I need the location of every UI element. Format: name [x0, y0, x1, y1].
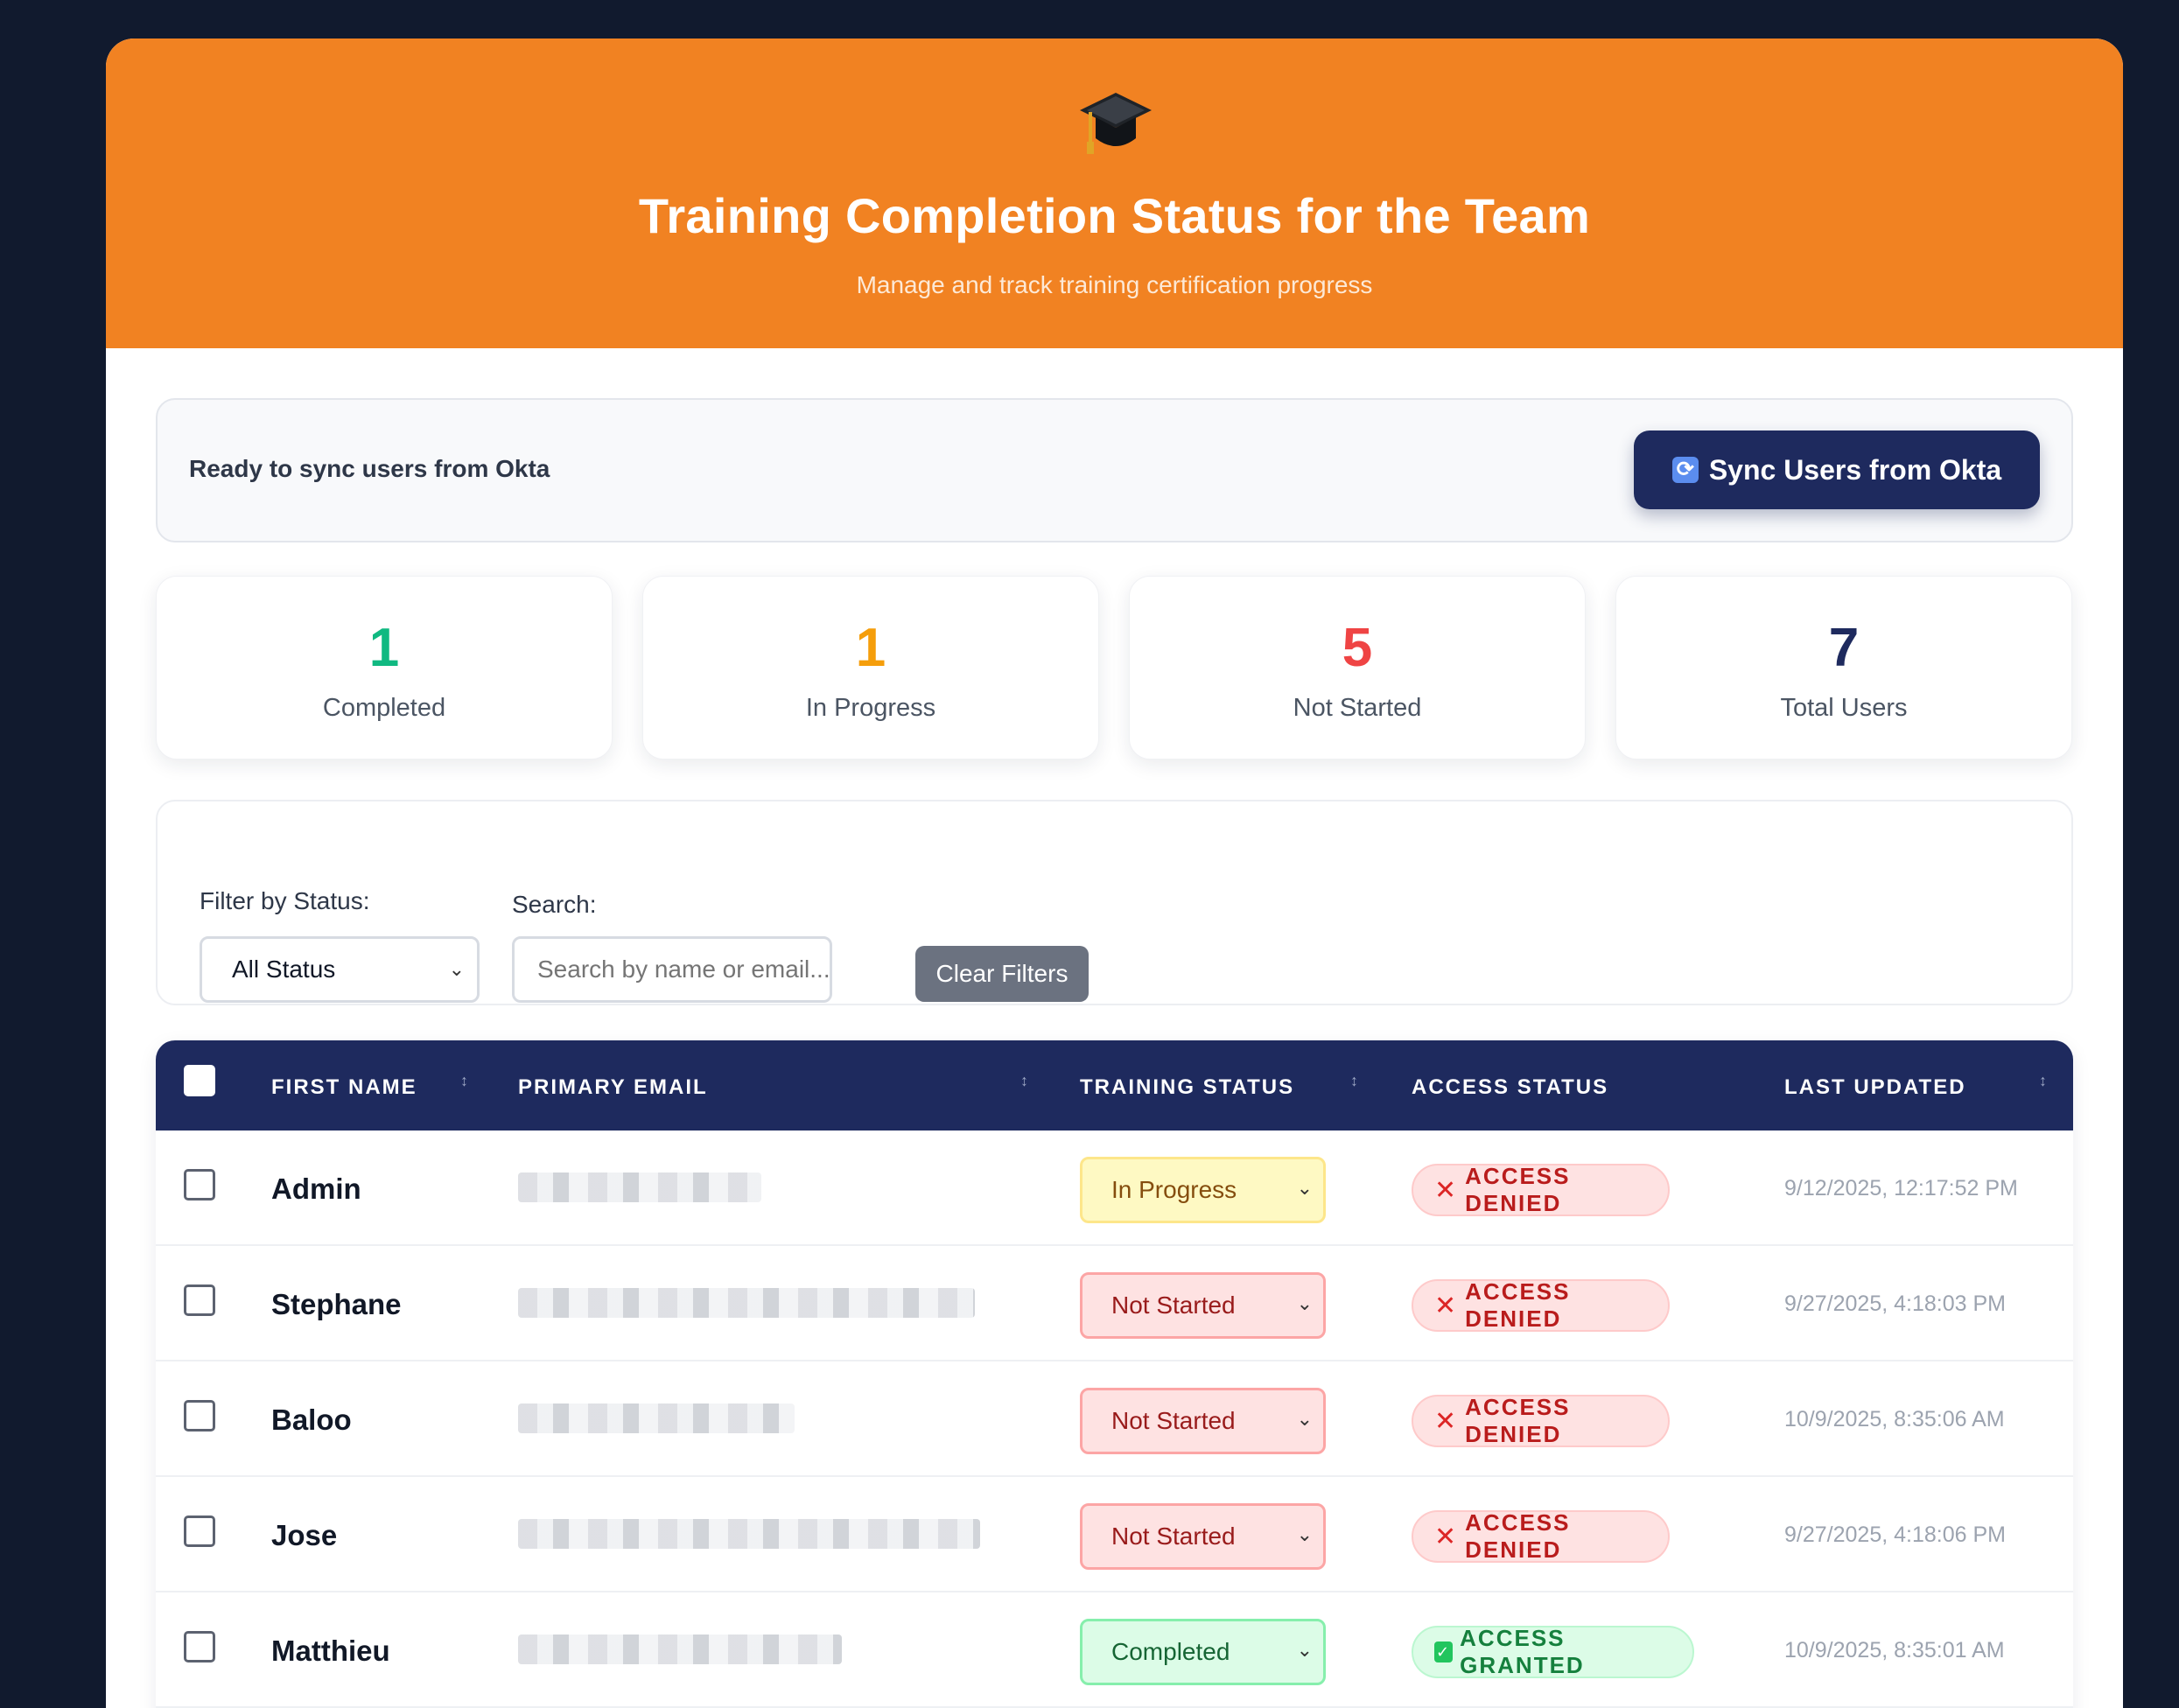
column-header-first-name[interactable]: FIRST NAME — [271, 1075, 417, 1100]
training-status-select[interactable]: Completed ⌄ — [1080, 1619, 1326, 1685]
stat-card-not-started: 5 Not Started — [1129, 576, 1586, 760]
chevron-down-icon: ⌄ — [1296, 1177, 1313, 1199]
status-filter-value: All Status — [232, 956, 336, 983]
row-checkbox[interactable] — [184, 1516, 215, 1547]
table-row: Admin In Progress ⌄ ✕ ACCESS DENIED 9/12… — [156, 1130, 2073, 1246]
access-status-badge: ✓ ACCESS GRANTED — [1412, 1625, 1694, 1678]
chevron-down-icon: ⌄ — [1296, 1523, 1313, 1545]
stat-value: 1 — [855, 618, 886, 678]
sync-icon: ⟳ — [1671, 457, 1699, 483]
x-mark-icon: ✕ — [1434, 1406, 1459, 1436]
check-mark-icon: ✓ — [1434, 1642, 1454, 1662]
sync-users-button[interactable]: ⟳ Sync Users from Okta — [1634, 430, 2040, 509]
main-card: Training Completion Status for the Team … — [106, 38, 2123, 1708]
stat-value: 1 — [368, 618, 400, 678]
stats-row: 1 Completed 1 In Progress 5 Not Started … — [156, 576, 2073, 760]
stat-card-in-progress: 1 In Progress — [642, 576, 1099, 760]
training-status-select[interactable]: Not Started ⌄ — [1080, 1388, 1326, 1454]
sort-icon[interactable]: ↕ — [1020, 1072, 1028, 1090]
last-updated-cell: 9/27/2025, 4:18:06 PM — [1784, 1522, 2006, 1547]
last-updated-cell: 9/12/2025, 12:17:52 PM — [1784, 1176, 2018, 1200]
email-redacted — [518, 1288, 975, 1318]
table-row: Jose Not Started ⌄ ✕ ACCESS DENIED 9/27/… — [156, 1477, 2073, 1592]
sort-icon[interactable]: ↕ — [1350, 1072, 1358, 1090]
x-mark-icon: ✕ — [1434, 1175, 1459, 1205]
stat-label: Total Users — [1780, 694, 1908, 722]
chevron-down-icon: ⌄ — [1296, 1639, 1313, 1661]
first-name-cell: Baloo — [271, 1404, 352, 1436]
first-name-cell: Matthieu — [271, 1634, 390, 1667]
access-status-badge: ✕ ACCESS DENIED — [1412, 1163, 1670, 1216]
access-status-label: ACCESS DENIED — [1465, 1509, 1571, 1563]
status-filter-select[interactable]: All Status ⌄ — [200, 936, 480, 1003]
table-row: Matthieu Completed ⌄ ✓ ACCESS GRANTED 10… — [156, 1592, 2073, 1708]
table-header: FIRST NAME ↕ PRIMARY EMAIL ↕ TRAINING ST… — [156, 1040, 2073, 1130]
column-header-last-updated[interactable]: LAST UPDATED — [1784, 1075, 1966, 1100]
sync-panel: Ready to sync users from Okta ⟳ Sync Use… — [156, 398, 2073, 542]
access-status-label: ACCESS GRANTED — [1460, 1625, 1585, 1678]
first-name-cell: Jose — [271, 1519, 338, 1551]
email-redacted — [518, 1172, 761, 1202]
table-row: Stephane Not Started ⌄ ✕ ACCESS DENIED 9… — [156, 1246, 2073, 1362]
last-updated-cell: 10/9/2025, 8:35:06 AM — [1784, 1407, 2005, 1432]
email-redacted — [518, 1519, 980, 1549]
row-checkbox[interactable] — [184, 1631, 215, 1662]
access-status-badge: ✕ ACCESS DENIED — [1412, 1394, 1670, 1447]
x-mark-icon: ✕ — [1434, 1291, 1459, 1320]
clear-filters-button[interactable]: Clear Filters — [915, 946, 1089, 1002]
column-header-access-status: ACCESS STATUS — [1412, 1075, 1609, 1099]
training-status-value: Completed — [1111, 1638, 1230, 1665]
stat-label: Not Started — [1293, 694, 1422, 722]
stat-card-total-users: 7 Total Users — [1615, 576, 2072, 760]
access-status-badge: ✕ ACCESS DENIED — [1412, 1509, 1670, 1563]
column-header-training-status[interactable]: TRAINING STATUS — [1080, 1075, 1294, 1100]
sort-icon[interactable]: ↕ — [460, 1072, 468, 1090]
status-filter-label: Filter by Status: — [200, 887, 370, 914]
last-updated-cell: 10/9/2025, 8:35:01 AM — [1784, 1638, 2005, 1662]
sort-icon[interactable]: ↕ — [2039, 1072, 2047, 1090]
stat-label: Completed — [322, 694, 446, 722]
training-status-value: In Progress — [1111, 1176, 1237, 1203]
training-status-value: Not Started — [1111, 1292, 1236, 1319]
training-status-value: Not Started — [1111, 1407, 1236, 1434]
x-mark-icon: ✕ — [1434, 1522, 1459, 1551]
email-redacted — [518, 1404, 795, 1433]
first-name-cell: Admin — [271, 1172, 361, 1205]
row-checkbox[interactable] — [184, 1400, 215, 1432]
column-header-primary-email[interactable]: PRIMARY EMAIL — [518, 1075, 708, 1100]
access-status-badge: ✕ ACCESS DENIED — [1412, 1278, 1670, 1332]
search-label: Search: — [512, 891, 597, 918]
page-title: Training Completion Status for the Team — [638, 188, 1591, 243]
header-banner: Training Completion Status for the Team … — [106, 38, 2123, 348]
row-checkbox[interactable] — [184, 1284, 215, 1316]
stat-label: In Progress — [805, 694, 936, 722]
filter-panel: Filter by Status: All Status ⌄ Search: C… — [156, 800, 2073, 1005]
access-status-label: ACCESS DENIED — [1465, 1394, 1571, 1447]
email-redacted — [518, 1634, 842, 1664]
training-status-select[interactable]: Not Started ⌄ — [1080, 1503, 1326, 1570]
access-status-label: ACCESS DENIED — [1465, 1278, 1571, 1332]
search-input[interactable] — [512, 936, 832, 1003]
chevron-down-icon: ⌄ — [1296, 1408, 1313, 1430]
training-status-select[interactable]: In Progress ⌄ — [1080, 1157, 1326, 1223]
stat-value: 5 — [1342, 618, 1373, 678]
row-checkbox[interactable] — [184, 1169, 215, 1200]
first-name-cell: Stephane — [271, 1288, 402, 1320]
training-status-value: Not Started — [1111, 1522, 1236, 1550]
users-table: FIRST NAME ↕ PRIMARY EMAIL ↕ TRAINING ST… — [156, 1040, 2073, 1708]
chevron-down-icon: ⌄ — [1296, 1292, 1313, 1314]
last-updated-cell: 9/27/2025, 4:18:03 PM — [1784, 1292, 2006, 1316]
chevron-down-icon: ⌄ — [448, 958, 465, 980]
stat-card-completed: 1 Completed — [156, 576, 613, 760]
graduation-cap-icon — [1080, 93, 1152, 154]
page-subtitle: Manage and track training certification … — [856, 271, 1373, 298]
stat-value: 7 — [1828, 618, 1860, 678]
training-status-select[interactable]: Not Started ⌄ — [1080, 1272, 1326, 1339]
sync-status-text: Ready to sync users from Okta — [189, 455, 550, 482]
access-status-label: ACCESS DENIED — [1465, 1163, 1571, 1216]
select-all-checkbox[interactable] — [184, 1065, 215, 1096]
table-row: Baloo Not Started ⌄ ✕ ACCESS DENIED 10/9… — [156, 1362, 2073, 1477]
sync-button-label: Sync Users from Okta — [1708, 453, 2002, 486]
